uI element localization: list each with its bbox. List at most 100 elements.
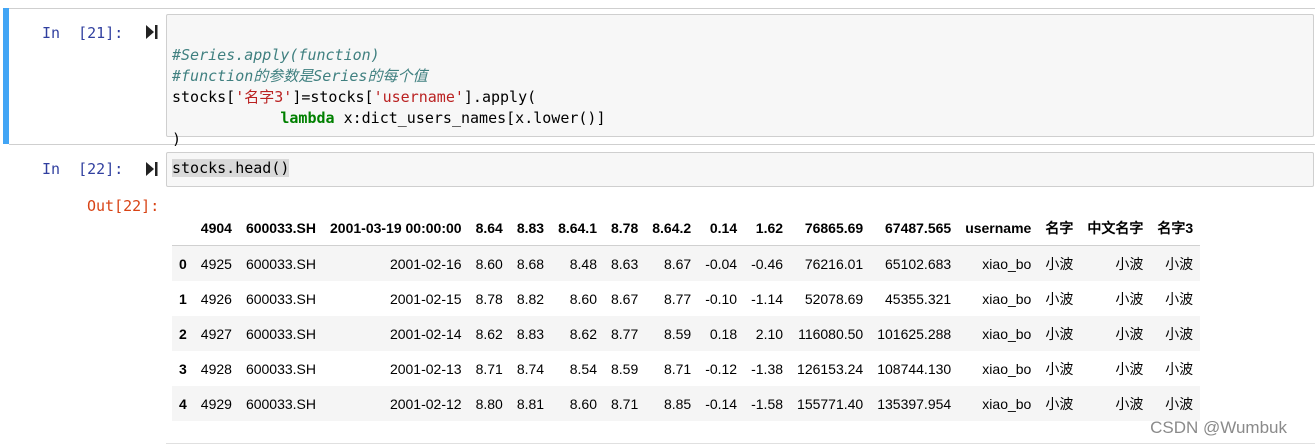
table-cell: 8.67: [663, 255, 692, 272]
column-header: 1.62: [744, 211, 791, 246]
column-header: 名字3: [1150, 211, 1201, 246]
column-header: 0.14: [698, 211, 745, 246]
code-token: stocks.head(): [172, 159, 290, 177]
in-prompt-22: In [22]:: [42, 160, 124, 178]
code-editor-22[interactable]: stocks.head(): [172, 158, 290, 179]
run-cell-icon[interactable]: [146, 162, 158, 176]
table-cell: 8.59: [611, 360, 639, 377]
table-cell: 8.71: [475, 360, 503, 377]
table-cell: 2001-02-16: [389, 255, 462, 272]
table-cell: 2001-02-15: [389, 290, 462, 307]
next-cell-edge: [166, 443, 1315, 444]
table-cell: 小波: [1115, 395, 1144, 412]
dataframe-output: 4904 600033.SH 2001-03-19 00:00:00 8.64 8.83…: [172, 211, 1201, 421]
column-header: 2001-03-19 00:00:00: [323, 211, 469, 246]
dataframe-header-row: 4904 600033.SH 2001-03-19 00:00:00 8.64 8.83…: [172, 211, 1201, 246]
table-cell: 116080.50: [798, 325, 864, 342]
column-header: 67487.565: [870, 211, 959, 246]
table-cell: 155771.40: [797, 395, 864, 412]
table-cell: 8.83: [516, 325, 545, 342]
code-token: stocks[: [172, 88, 236, 106]
table-cell: 小波: [1045, 255, 1074, 272]
table-cell: 4926: [200, 290, 232, 307]
table-cell: 小波: [1115, 360, 1144, 377]
table-cell: 2.10: [755, 325, 784, 342]
table-cell: -0.14: [705, 395, 738, 412]
table-cell: xiao_bo: [982, 290, 1032, 307]
table-cell: 45355.321: [885, 290, 952, 307]
table-cell: 8.67: [611, 290, 639, 307]
table-cell: 2001-02-12: [389, 395, 462, 412]
column-header: 8.78: [604, 211, 646, 246]
table-cell: -1.38: [751, 360, 784, 377]
table-cell: 8.62: [569, 325, 597, 342]
column-header: 名字: [1038, 211, 1081, 246]
table-cell: 8.78: [475, 290, 503, 307]
table-cell: 52078.69: [804, 290, 864, 307]
table-cell: -1.58: [751, 395, 784, 412]
column-header: username: [958, 211, 1039, 246]
table-cell: -0.10: [705, 290, 738, 307]
table-row: 0 4925 600033.SH 2001-02-16 8.60 8.68 8.48 8.63…: [172, 245, 1201, 281]
table-cell: 8.48: [569, 255, 597, 272]
table-cell: 8.71: [611, 395, 639, 412]
table-cell: 小波: [1045, 360, 1074, 377]
table-row: 4 4929 600033.SH 2001-02-12 8.80 8.81 8.60 8.71…: [172, 386, 1201, 421]
column-header: 8.64: [468, 211, 510, 246]
code-keyword: lambda: [280, 109, 335, 127]
table-cell: xiao_bo: [982, 325, 1032, 342]
table-cell: 8.54: [569, 360, 597, 377]
table-cell: 8.71: [663, 360, 692, 377]
table-cell: 小波: [1045, 395, 1074, 412]
table-cell: 4928: [200, 360, 232, 377]
table-cell: 8.80: [475, 395, 503, 412]
table-cell: 8.60: [475, 255, 503, 272]
column-header: [172, 211, 194, 246]
table-cell: 101625.288: [877, 325, 952, 342]
table-cell: 小波: [1115, 255, 1144, 272]
table-cell: 108744.130: [877, 360, 952, 377]
table-cell: 600033.SH: [245, 325, 317, 342]
watermark: CSDN @Wumbuk: [1150, 418, 1287, 437]
table-cell: 8.60: [569, 290, 597, 307]
in-prompt-21: In [21]:: [42, 24, 124, 42]
table-cell: 2001-02-14: [389, 325, 462, 342]
row-index: 1: [179, 290, 187, 307]
table-cell: -0.04: [705, 255, 738, 272]
table-cell: 8.81: [516, 395, 545, 412]
run-cell-icon[interactable]: [146, 25, 158, 39]
table-cell: 600033.SH: [245, 360, 317, 377]
code-string: 'username': [373, 88, 464, 106]
table-cell: 0.18: [709, 325, 738, 342]
table-cell: 8.82: [516, 290, 545, 307]
table-cell: 8.68: [516, 255, 545, 272]
table-cell: 小波: [1045, 325, 1074, 342]
code-token: ): [172, 130, 182, 148]
table-cell: 8.62: [475, 325, 503, 342]
code-token: ].apply(: [463, 88, 537, 106]
code-token: x:dict_users_names[x.lower()]: [334, 109, 606, 127]
table-cell: 600033.SH: [245, 255, 317, 272]
row-index: 4: [179, 395, 187, 412]
table-cell: 4929: [200, 395, 232, 412]
table-cell: 小波: [1115, 290, 1144, 307]
table-cell: 小波: [1045, 290, 1074, 307]
column-header: 8.83: [509, 211, 552, 246]
table-row: 1 4926 600033.SH 2001-02-15 8.78 8.82 8.60 8.67…: [172, 281, 1200, 316]
table-cell: 小波: [1165, 360, 1194, 377]
code-input-22[interactable]: [166, 152, 1314, 187]
table-cell: 8.59: [663, 325, 692, 342]
table-cell: 600033.SH: [245, 395, 317, 412]
code-comment: #Series.apply(function): [172, 46, 380, 64]
column-header: 中文名字: [1080, 211, 1151, 246]
table-cell: xiao_bo: [982, 395, 1032, 412]
column-header: 600033.SH: [238, 211, 324, 246]
table-cell: 8.74: [516, 360, 545, 377]
table-cell: xiao_bo: [982, 255, 1032, 272]
table-cell: 65102.683: [885, 255, 952, 272]
table-cell: 小波: [1165, 395, 1194, 412]
table-cell: 600033.SH: [245, 290, 317, 307]
table-cell: 8.63: [611, 255, 639, 272]
code-editor-21[interactable]: #Series.apply(function) #function的参数是Ser…: [172, 24, 606, 150]
